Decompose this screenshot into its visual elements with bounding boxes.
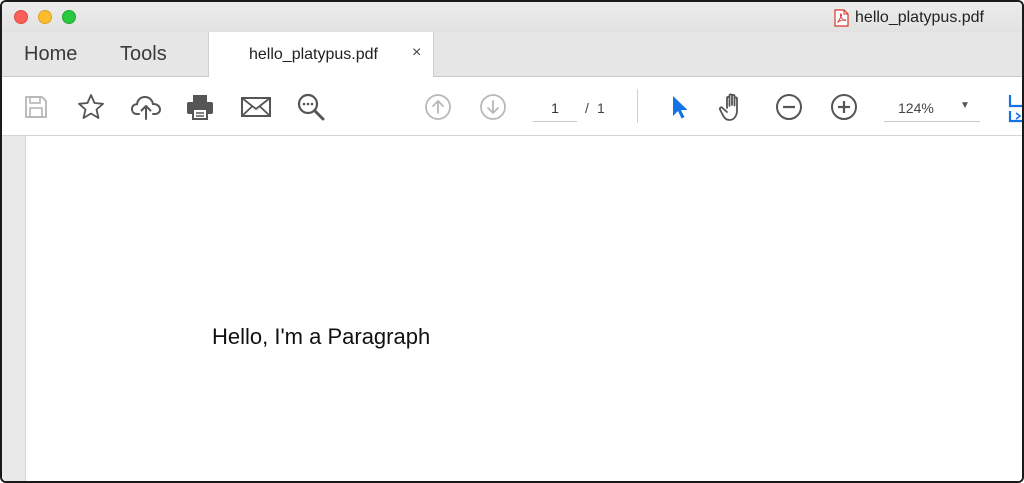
toolbar-divider	[637, 89, 638, 123]
save-icon	[25, 96, 47, 118]
zoom-out-button[interactable]	[773, 91, 805, 123]
page-down-icon	[480, 94, 506, 120]
hand-tool-button[interactable]	[717, 91, 749, 123]
app-window: hello_platypus.pdf Home Tools hello_plat…	[0, 0, 1024, 483]
left-panel-gutter[interactable]	[2, 136, 26, 481]
zoom-in-button[interactable]	[828, 91, 860, 123]
fit-page-button[interactable]	[1006, 91, 1022, 125]
previous-page-button[interactable]	[422, 91, 454, 123]
close-window-button[interactable]	[14, 10, 28, 24]
cloud-upload-icon	[130, 95, 162, 120]
tab-tools[interactable]: Tools	[120, 32, 167, 76]
next-page-button[interactable]	[477, 91, 509, 123]
toolbar: / 1 124%	[2, 77, 1022, 136]
save-button[interactable]	[20, 91, 52, 123]
email-button[interactable]	[240, 91, 272, 123]
select-tool-button[interactable]	[663, 91, 695, 123]
window-title: hello_platypus.pdf	[834, 8, 984, 28]
zoom-window-button[interactable]	[62, 10, 76, 24]
bookmark-button[interactable]	[75, 91, 107, 123]
upload-button[interactable]	[130, 91, 162, 123]
pdf-file-icon	[834, 9, 849, 27]
print-icon	[187, 95, 213, 120]
document-viewer[interactable]: Hello, I'm a Paragraph	[2, 136, 1022, 481]
page-total: 1	[597, 100, 605, 116]
chevron-down-icon: ▼	[960, 100, 970, 111]
search-zoom-icon	[297, 93, 325, 121]
mail-icon	[241, 97, 271, 117]
page-separator: /	[585, 100, 589, 116]
tab-document[interactable]: hello_platypus.pdf ×	[208, 32, 434, 78]
tab-bar: Home Tools hello_platypus.pdf ×	[2, 32, 1022, 78]
find-button[interactable]	[295, 91, 327, 123]
star-icon	[78, 94, 104, 119]
minimize-window-button[interactable]	[38, 10, 52, 24]
title-bar[interactable]: hello_platypus.pdf	[2, 2, 1022, 32]
zoom-level-value: 124%	[898, 100, 934, 116]
zoom-in-icon	[831, 94, 857, 120]
hand-icon	[718, 93, 738, 121]
document-tab-label: hello_platypus.pdf	[249, 46, 378, 63]
fit-page-icon	[1008, 95, 1022, 123]
zoom-level-dropdown[interactable]: 124% ▼	[884, 94, 980, 122]
select-cursor-icon	[673, 96, 688, 119]
window-title-text: hello_platypus.pdf	[855, 9, 984, 26]
page-number-input[interactable]	[533, 94, 577, 122]
document-paragraph: Hello, I'm a Paragraph	[212, 324, 431, 349]
tab-home[interactable]: Home	[24, 32, 77, 76]
page-up-icon	[425, 94, 451, 120]
close-tab-button[interactable]: ×	[412, 44, 421, 62]
print-button[interactable]	[184, 91, 216, 123]
zoom-out-icon	[776, 94, 802, 120]
pdf-page[interactable]: Hello, I'm a Paragraph	[27, 136, 1022, 481]
